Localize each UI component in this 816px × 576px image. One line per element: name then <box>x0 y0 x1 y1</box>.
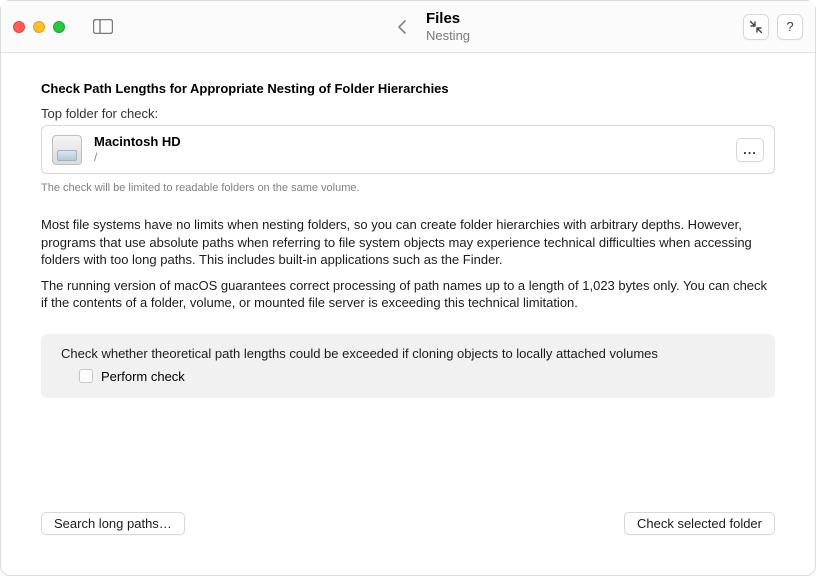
content-area: Check Path Lengths for Appropriate Nesti… <box>1 53 815 575</box>
description-paragraph-1: Most file systems have no limits when ne… <box>41 216 775 269</box>
window-titlebar: Files Nesting ? <box>1 1 815 53</box>
perform-check-row: Perform check <box>61 369 755 384</box>
collapse-button[interactable] <box>743 14 769 40</box>
close-window-button[interactable] <box>13 21 25 33</box>
bottom-button-bar: Search long paths… Check selected folder <box>41 512 775 555</box>
perform-check-checkbox[interactable] <box>79 369 93 383</box>
title-block: Files Nesting <box>426 10 470 44</box>
sidebar-icon <box>93 19 113 34</box>
help-button[interactable]: ? <box>777 14 803 40</box>
back-button[interactable] <box>390 15 414 39</box>
page-heading: Check Path Lengths for Appropriate Nesti… <box>41 81 775 96</box>
window-controls <box>13 21 65 33</box>
window-subtitle: Nesting <box>426 28 470 44</box>
folder-selector: Macintosh HD / ... <box>41 125 775 174</box>
volume-hint: The check will be limited to readable fo… <box>41 182 775 194</box>
folder-info: Macintosh HD / <box>94 134 724 165</box>
disk-icon <box>52 135 82 165</box>
window-title: Files <box>426 10 470 28</box>
folder-name: Macintosh HD <box>94 134 724 150</box>
titlebar-right-controls: ? <box>743 14 803 40</box>
perform-check-label: Perform check <box>101 369 185 384</box>
option-heading: Check whether theoretical path lengths c… <box>61 346 755 361</box>
search-long-paths-button[interactable]: Search long paths… <box>41 512 185 535</box>
choose-folder-button[interactable]: ... <box>736 138 764 162</box>
zoom-window-button[interactable] <box>53 21 65 33</box>
description-paragraph-2: The running version of macOS guarantees … <box>41 277 775 312</box>
minimize-window-button[interactable] <box>33 21 45 33</box>
description-text: Most file systems have no limits when ne… <box>41 216 775 320</box>
chevron-left-icon <box>397 19 407 35</box>
option-panel: Check whether theoretical path lengths c… <box>41 334 775 398</box>
check-selected-folder-button[interactable]: Check selected folder <box>624 512 775 535</box>
folder-path: / <box>94 150 724 165</box>
collapse-icon <box>749 20 763 34</box>
sidebar-toggle-button[interactable] <box>89 17 117 37</box>
top-folder-label: Top folder for check: <box>41 106 775 121</box>
